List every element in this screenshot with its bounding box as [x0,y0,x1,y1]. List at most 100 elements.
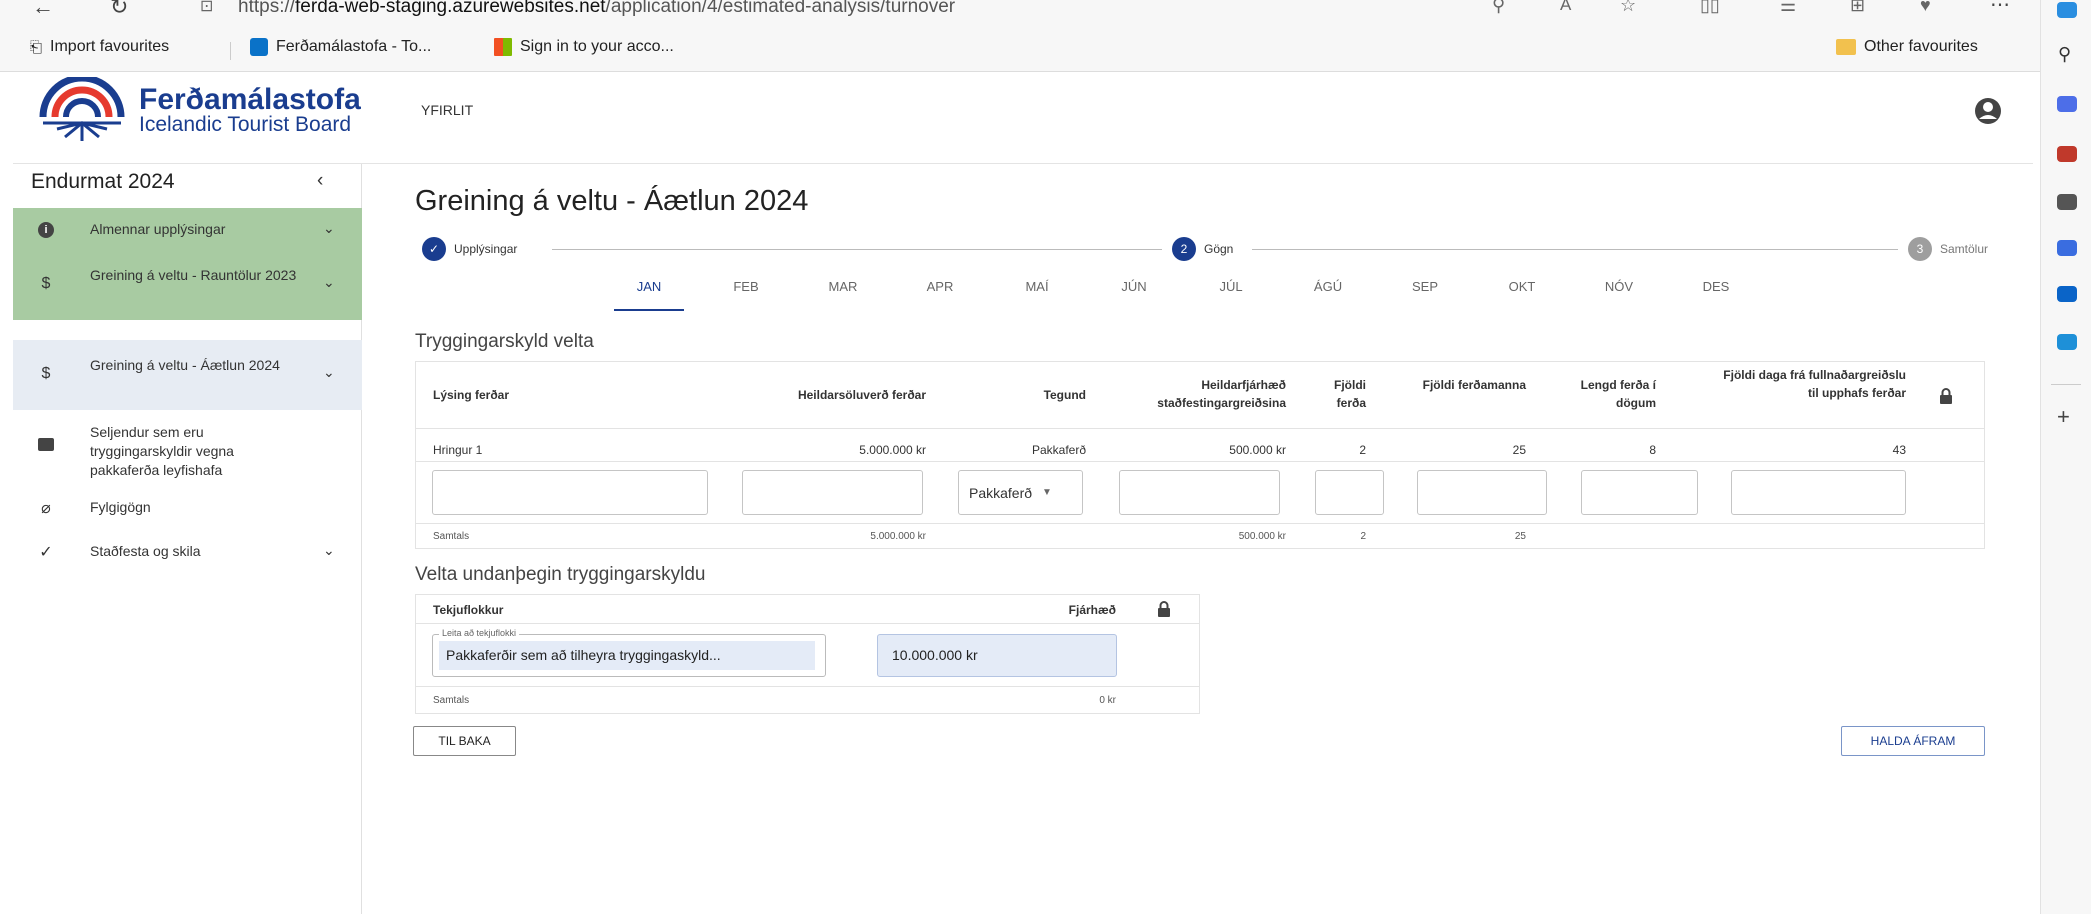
browser-sidebar: ⚲ + [2040,0,2091,914]
check-icon: ✓ [422,237,446,261]
zoom-icon[interactable]: ⚲ [1492,0,1505,16]
sidebar-item-attachments[interactable]: ⌀ Fylgigögn [13,486,362,530]
tab-mai[interactable]: MAÍ [1002,279,1072,294]
category-search-field[interactable]: Leita að tekjuflokki Pakkaferðir sem að … [432,628,826,677]
outlook-icon[interactable] [2057,286,2077,302]
trello-icon [250,38,268,56]
step-label: Upplýsingar [454,242,518,256]
cell-days: 8 [1649,443,1656,457]
back-button[interactable]: TIL BAKA [413,726,516,756]
col-description: Lýsing ferðar [433,388,510,402]
col-travellers: Fjöldi ferðamanna [1422,378,1526,392]
logo-icon [39,77,125,141]
step-data[interactable]: 2 Gögn [1172,237,1233,261]
continue-button[interactable]: HALDA ÁFRAM [1841,726,1985,756]
page-title: Greining á veltu - Áætlun 2024 [415,185,809,217]
url-path: /application/4/estimated-analysis/turnov… [605,0,956,17]
description-input[interactable] [432,470,708,515]
cell-days-before: 43 [1892,443,1906,457]
col-days: Lengd ferða í dögum [1580,378,1656,410]
tab-des[interactable]: DES [1681,279,1751,294]
tab-jun[interactable]: JÚN [1099,279,1169,294]
back-arrow-icon[interactable]: ← [32,0,54,20]
col-amount: Fjárhæð [1068,603,1116,617]
tab-mar[interactable]: MAR [808,279,878,294]
send-icon[interactable] [2057,334,2077,350]
tab-nov[interactable]: NÓV [1584,279,1654,294]
sidebar-item-sellers[interactable]: Seljendur sem eru tryggingarskyldir vegn… [13,410,362,486]
search-icon[interactable]: ⚲ [2058,44,2071,65]
refresh-icon[interactable]: ↻ [110,0,128,20]
col-total-price: Heildarsöluverð ferðar [797,388,926,402]
add-icon[interactable]: + [2057,404,2070,430]
page-info-icon[interactable]: ⊡ [200,0,213,16]
trips-input[interactable] [1315,470,1384,515]
sidebar-title: Endurmat 2024 [31,170,175,193]
sidebar-item-label: Greining á veltu - Rauntölur 2023 [90,267,297,283]
step-label: Gögn [1204,242,1234,256]
url-prefix: https:// [238,0,296,17]
tab-feb[interactable]: FEB [711,279,781,294]
insured-section-title: Tryggingarskyld velta [415,331,594,352]
logo[interactable]: Ferðamálastofa Icelandic Tourist Board [35,77,361,143]
confirm-amount-input[interactable] [1119,470,1280,515]
travellers-input[interactable] [1417,470,1547,515]
copilot-icon[interactable] [2057,2,2077,18]
address-bar[interactable]: https://ferda-web-staging.azurewebsites.… [238,0,955,18]
split-screen-icon[interactable]: ▯▯ [1700,0,1720,16]
sum-amount: 0 kr [1099,695,1116,706]
collapse-sidebar-icon[interactable]: ‹ [317,170,323,192]
divider [416,686,1199,687]
read-aloud-icon[interactable]: A [1560,0,1571,15]
office-icon[interactable] [2057,240,2077,256]
amount-input[interactable]: 10.000.000 kr [877,634,1117,677]
favorites-bar: ⎗ Import favourites Ferðamálastofa - To.… [0,34,2040,68]
step-label: Samtölur [1940,242,1989,256]
type-select-value: Pakkaferð [969,484,1033,501]
total-price-input[interactable] [742,470,923,515]
sidebar-item-plan-2024[interactable]: $ Greining á veltu - Áætlun 2024 ⌄ [13,340,362,410]
info-icon: i [35,220,57,238]
check-icon: ✓ [39,544,53,561]
tab-jul[interactable]: JÚL [1196,279,1266,294]
step-connector [1252,249,1898,250]
tab-sep[interactable]: SEP [1390,279,1460,294]
nav-overview[interactable]: YFIRLIT [421,102,473,118]
more-options-icon[interactable]: ⋯ [1990,0,2010,17]
fav-sign-in-label: Sign in to your acco... [520,38,674,55]
days-input[interactable] [1581,470,1698,515]
days-before-input[interactable] [1731,470,1906,515]
extensions-icon[interactable]: ♥ [1920,0,1931,16]
fav-other[interactable]: Other favourites [1836,38,1978,56]
fav-import[interactable]: ⎗ Import favourites [30,38,169,56]
paperclip-icon: ⌀ [41,500,51,517]
tab-apr[interactable]: APR [905,279,975,294]
collections-icon[interactable]: ⊞ [1850,0,1865,16]
sidebar-item-general[interactable]: i Almennar upplýsingar ⌄ [13,208,362,250]
address-row: ← ↻ ⊡ https://ferda-web-staging.azureweb… [0,0,2040,24]
caret-down-icon: ▼ [1042,487,1052,498]
step-information[interactable]: ✓ Upplýsingar [422,237,517,261]
divider [416,428,1984,429]
tools-icon[interactable] [2057,146,2077,162]
step-totals[interactable]: 3 Samtölur [1908,237,1988,261]
account-icon[interactable] [1973,96,2003,126]
sum-confirm-amount: 500.000 kr [1238,531,1286,542]
shopping-icon[interactable] [2057,96,2077,112]
col-confirm-amount: Heildarfjárhæð staðfestingargreiðsina [1157,378,1286,410]
tab-okt[interactable]: OKT [1487,279,1557,294]
fav-ferdamalastofa[interactable]: Ferðamálastofa - To... [250,38,431,56]
sidebar-item-actual-2023[interactable]: $ Greining á veltu - Rauntölur 2023 ⌄ [13,250,362,320]
url-host: ferda-web-staging.azurewebsites.net [295,0,606,17]
tab-jan[interactable]: JAN [614,279,684,311]
people-icon[interactable] [2057,194,2077,210]
type-select[interactable]: Pakkaferð ▼ [958,470,1083,515]
chevron-down-icon: ⌄ [323,364,335,380]
sum-travellers: 25 [1514,531,1526,542]
tab-agu[interactable]: ÁGÚ [1293,279,1363,294]
favorite-star-icon[interactable]: ☆ [1620,0,1636,16]
fav-sign-in[interactable]: Sign in to your acco... [494,38,674,56]
chevron-down-icon: ⌄ [323,542,335,558]
favorites-list-icon[interactable]: ☰ [1780,0,1796,16]
sidebar-item-confirm[interactable]: ✓ Staðfesta og skila ⌄ [13,530,362,574]
